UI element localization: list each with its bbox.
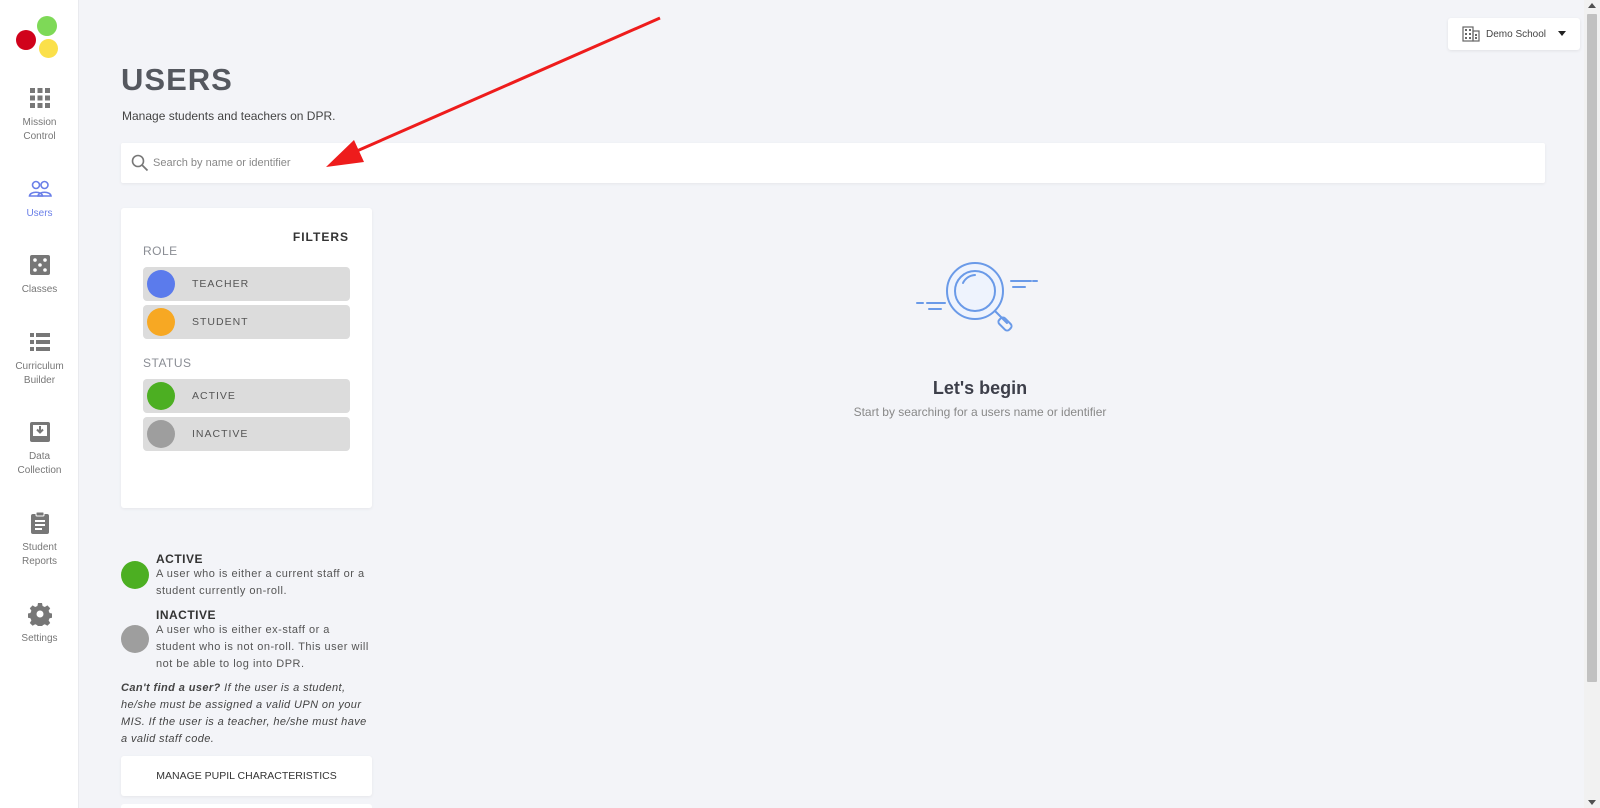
filters-title: FILTERS — [292, 230, 349, 244]
annotation-arrow — [326, 16, 661, 167]
school-selector[interactable]: Demo School — [1448, 18, 1580, 50]
magnifier-illustration — [916, 262, 1038, 332]
teacher-color-dot — [147, 270, 175, 298]
legend-active-title: ACTIVE — [156, 552, 204, 566]
dice-icon — [29, 255, 50, 275]
grid-icon — [29, 88, 50, 108]
empty-state-title: Let's begin — [932, 378, 1028, 398]
page-title: USERS — [121, 62, 233, 97]
inbox-download-icon — [29, 422, 50, 442]
legend-inactive-dot — [121, 625, 149, 653]
filter-teacher-chip[interactable]: TEACHER — [143, 267, 350, 301]
sidebar-item-mission-control[interactable]: Mission Control — [0, 86, 79, 144]
sidebar-item-label: Student Reports — [21, 542, 57, 567]
sidebar-item-label: Data Collection — [17, 451, 62, 476]
student-color-dot — [147, 308, 175, 336]
legend-active-dot — [121, 561, 149, 589]
chevron-down-icon — [1558, 31, 1566, 36]
sidebar-item-label: Settings — [21, 633, 58, 644]
gear-icon — [27, 603, 52, 626]
filters-panel: FILTERS ROLE TEACHER STUDENT STATUS ACTI… — [121, 208, 372, 508]
users-icon — [28, 180, 52, 197]
sidebar-item-student-reports[interactable]: Student Reports — [0, 511, 79, 569]
sidebar-item-classes[interactable]: Classes — [0, 253, 79, 297]
status-label: STATUS — [143, 356, 192, 370]
clipboard-icon — [30, 511, 49, 534]
chip-label: TEACHER — [192, 278, 250, 290]
legend-active-desc: A user who is either a current staff or … — [156, 568, 365, 597]
filter-student-chip[interactable]: STUDENT — [143, 305, 350, 339]
sidebar-item-settings[interactable]: Settings — [0, 602, 79, 646]
role-label: ROLE — [143, 244, 178, 258]
sidebar-item-label: Mission Control — [22, 117, 57, 142]
sidebar-item-users[interactable]: Users — [0, 177, 79, 221]
chip-label: STUDENT — [192, 316, 249, 328]
inactive-color-dot — [147, 420, 175, 448]
secondary-card — [121, 804, 372, 808]
sidebar: Mission Control Users Classes Curriculum… — [0, 0, 79, 808]
scroll-down-arrow-icon[interactable] — [1588, 800, 1596, 805]
scrollbar-thumb[interactable] — [1587, 14, 1597, 682]
search-icon — [131, 154, 149, 172]
active-color-dot — [147, 382, 175, 410]
page-subtitle: Manage students and teachers on DPR. — [122, 109, 336, 123]
chip-label: ACTIVE — [192, 390, 236, 402]
scroll-up-arrow-icon[interactable] — [1588, 3, 1596, 8]
sidebar-item-label: Classes — [21, 284, 58, 295]
school-name: Demo School — [1486, 28, 1547, 40]
empty-state-subtitle: Start by searching for a users name or i… — [853, 405, 1107, 419]
filter-active-chip[interactable]: ACTIVE — [143, 379, 350, 413]
building-icon — [1462, 26, 1480, 42]
chip-label: INACTIVE — [192, 428, 249, 440]
app-logo[interactable] — [16, 16, 60, 60]
page-scrollbar[interactable] — [1584, 0, 1600, 808]
sidebar-item-label: Curriculum Builder — [15, 361, 64, 386]
sidebar-item-data-collection[interactable]: Data Collection — [0, 420, 79, 478]
help-note: Can't find a user? If the user is a stud… — [121, 680, 371, 748]
list-icon — [29, 333, 50, 351]
help-note-question: Can't find a user? — [121, 682, 221, 694]
legend-inactive-desc: A user who is either ex-staff or a stude… — [156, 624, 369, 670]
filter-inactive-chip[interactable]: INACTIVE — [143, 417, 350, 451]
sidebar-item-curriculum-builder[interactable]: Curriculum Builder — [0, 330, 79, 388]
manage-pupil-characteristics-button[interactable]: MANAGE PUPIL CHARACTERISTICS — [121, 756, 372, 796]
sidebar-item-label: Users — [26, 208, 53, 219]
legend-inactive-title: INACTIVE — [156, 608, 217, 622]
